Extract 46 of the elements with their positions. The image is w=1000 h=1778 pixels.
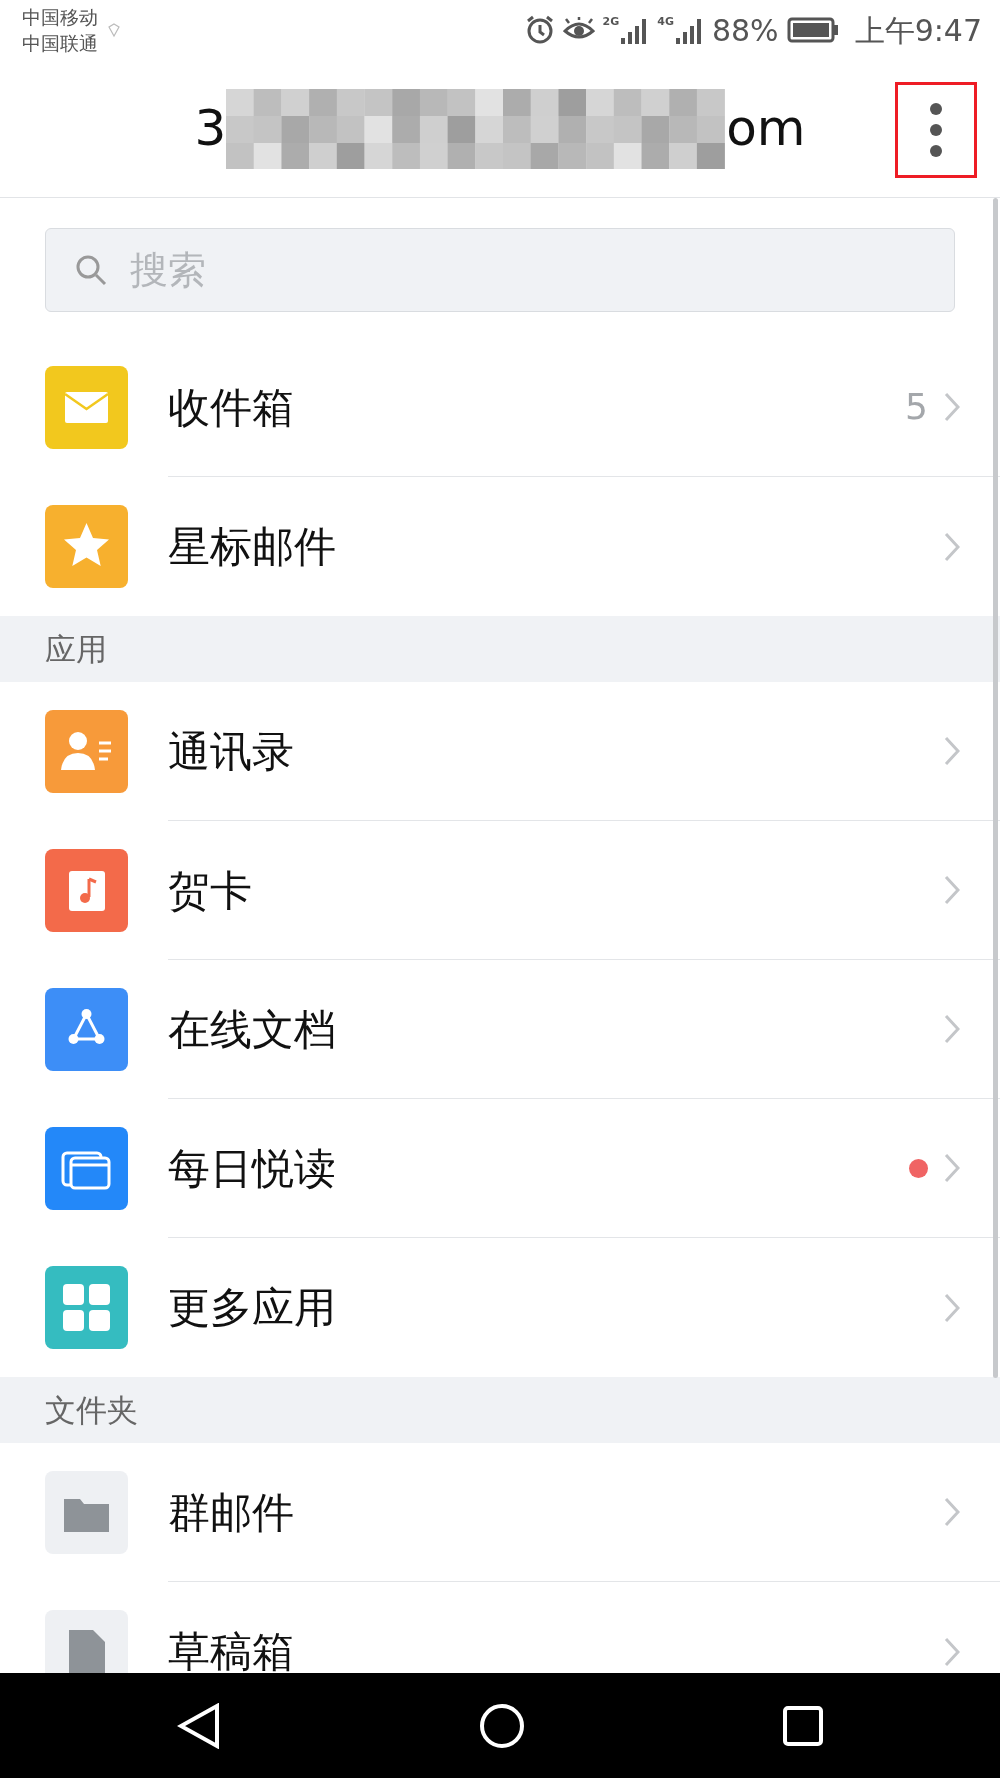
back-button[interactable]: [177, 1702, 221, 1749]
section-header: 文件夹: [45, 1390, 138, 1430]
item-label: 星标邮件: [168, 521, 337, 573]
item-label: 群邮件: [168, 1486, 295, 1539]
chevron-right-icon: [944, 392, 960, 422]
account-title: om: [726, 98, 806, 159]
chevron-right-icon: [944, 1292, 960, 1323]
list-item[interactable]: 通讯录: [0, 682, 1000, 821]
home-button[interactable]: [479, 1702, 525, 1749]
more-vertical-icon: [929, 102, 943, 158]
list-item[interactable]: 在线文档: [0, 960, 1000, 1099]
account-title: 3: [194, 98, 227, 159]
network-label: 2G: [602, 16, 620, 27]
item-label: 收件箱: [168, 381, 295, 434]
search-field[interactable]: 搜索: [45, 228, 955, 312]
recent-apps-button[interactable]: [783, 1705, 823, 1746]
item-label: 每日悦读: [168, 1142, 337, 1195]
chevron-right-icon: [944, 875, 960, 905]
item-label: 更多应用: [168, 1282, 337, 1334]
chevron-right-icon: [944, 1636, 960, 1667]
list-item[interactable]: 每日悦读: [0, 1099, 1000, 1238]
list-item[interactable]: 群邮件: [0, 1443, 1000, 1582]
list-item[interactable]: 星标邮件: [0, 477, 1000, 616]
chevron-right-icon: [944, 1497, 960, 1527]
chevron-right-icon: [944, 1153, 960, 1183]
chevron-right-icon: [944, 736, 960, 766]
battery-percent: 88%: [711, 11, 779, 50]
list-item[interactable]: 收件箱 5: [0, 338, 1000, 477]
chevron-right-icon: [944, 1014, 960, 1044]
carrier-name: 中国联通: [22, 31, 98, 56]
unread-count: 5: [905, 385, 928, 429]
search-icon: [75, 254, 107, 286]
chevron-right-icon: [944, 531, 960, 562]
battery-icon: [786, 17, 839, 43]
list-item[interactable]: 贺卡: [0, 821, 1000, 960]
item-label: 草稿箱: [168, 1626, 295, 1673]
section-header: 应用: [45, 629, 107, 669]
network-label: 4G: [657, 16, 674, 27]
alarm-clock-icon: [524, 15, 555, 45]
item-label: 贺卡: [168, 864, 253, 917]
item-label: 在线文档: [168, 1003, 337, 1056]
item-label: 通讯录: [168, 725, 295, 778]
signal-icon: [673, 16, 704, 44]
clock-time: 上午9:47: [854, 11, 982, 50]
carrier-name: 中国移动: [22, 5, 98, 30]
list-item[interactable]: 更多应用: [0, 1238, 1000, 1377]
